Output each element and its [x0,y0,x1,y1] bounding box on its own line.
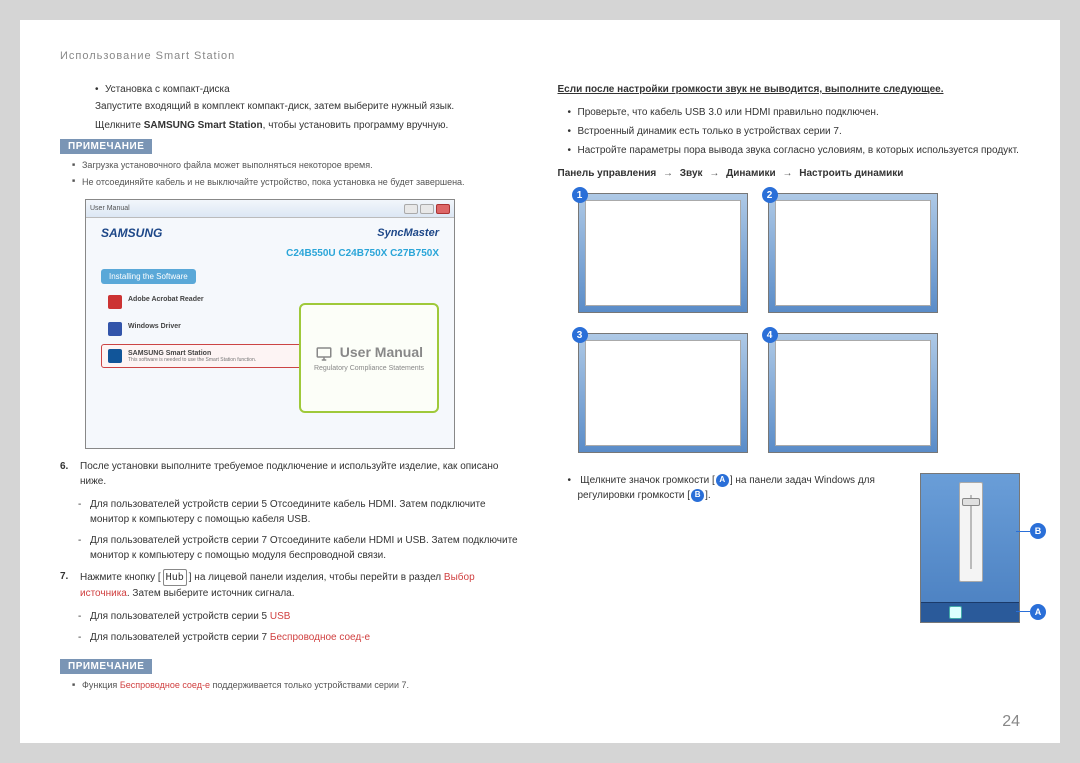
callout-b: B [1030,523,1046,539]
page-number: 24 [1002,713,1020,731]
install-cd-title: Установка с компакт-диска [105,82,523,97]
letter-a-inline: A [716,474,729,487]
hub-button-icon: Hub [163,569,187,586]
speaker-icon [949,606,962,619]
volume-slider [959,482,983,582]
content-columns: Установка с компакт-диска Запустите вход… [60,82,1020,728]
step-6: 6. После установки выполните требуемое п… [60,459,523,489]
note-items-2: Функция Беспроводное соед-е поддерживает… [60,679,523,693]
thumbnail-1: 1 [578,193,748,313]
max-icon [420,204,434,214]
left-column: Установка с компакт-диска Запустите вход… [60,82,523,728]
sound-heading: Если после настройки громкости звук не в… [558,82,1021,97]
step-6-sublist: Для пользователей устройств серии 5 Отсо… [60,497,523,563]
volume-instruction: Щелкните значок громкости [A] на панели … [558,473,1021,623]
callout-a: A [1030,604,1046,620]
note-label-2: ПРИМЕЧАНИЕ [60,659,152,674]
min-icon [404,204,418,214]
step-7-sublist: Для пользователей устройств серии 5 USB … [60,609,523,645]
right-column: Если после настройки громкости звук не в… [558,82,1021,728]
close-icon [436,204,450,214]
installing-bar: Installing the Software [101,269,196,284]
smartstation-icon [108,349,122,363]
syncmaster-logo: SyncMaster [377,227,439,239]
note-items-1: Загрузка установочного файла может выпол… [60,159,523,189]
volume-screenshot: B A [920,473,1020,623]
page-header: Использование Smart Station [60,50,1020,62]
thumbnail-4: 4 [768,333,938,453]
driver-icon [108,322,122,336]
note-label-1: ПРИМЕЧАНИЕ [60,139,152,154]
step-7: 7. Нажмите кнопку [Hub] на лицевой панел… [60,569,523,601]
manual-page: Использование Smart Station Установка с … [20,20,1060,743]
install-cd-desc: Запустите входящий в комплект компакт-ди… [95,101,523,112]
installer-screenshot: User Manual SAMSUNG SyncMaster C24B550U … [85,199,455,449]
user-manual-box: User Manual Regulatory Compliance Statem… [299,303,439,413]
samsung-logo: SAMSUNG [101,226,162,240]
screenshot-thumbnails: 1 2 3 4 [578,193,1021,453]
monitor-icon [315,345,333,363]
adobe-icon [108,295,122,309]
control-panel-path: Панель управления → Звук → Динамики → На… [558,166,1021,181]
letter-b-inline: B [691,489,704,502]
model-list: C24B550U C24B750X C27B750X [101,248,439,259]
sound-checklist: Проверьте, что кабель USB 3.0 или HDMI п… [558,105,1021,158]
screenshot-titlebar: User Manual [86,200,454,218]
thumbnail-2: 2 [768,193,938,313]
click-line: Щелкните SAMSUNG Smart Station, чтобы ус… [95,120,523,131]
taskbar [921,602,1019,622]
volume-handle [962,498,980,506]
thumbnail-3: 3 [578,333,748,453]
